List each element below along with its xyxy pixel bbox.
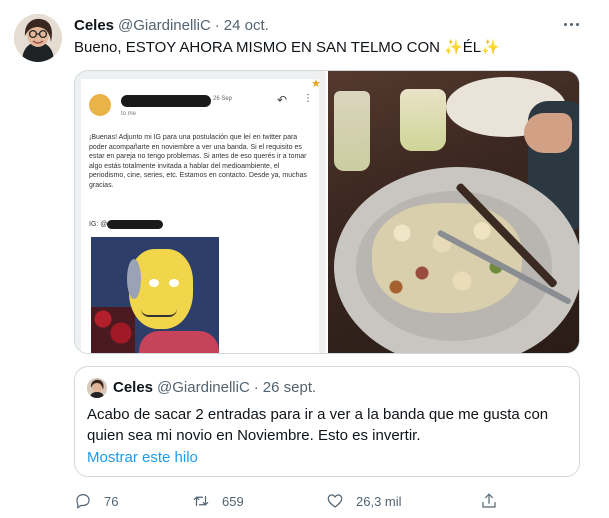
email-menu-icon: ⋮	[303, 93, 313, 104]
reply-count: 76	[104, 493, 119, 509]
author-handle[interactable]: @GiardinelliC	[118, 17, 211, 34]
share-button[interactable]	[480, 490, 498, 512]
like-button[interactable]: 26,3 mil	[326, 490, 402, 512]
reply-arrow-icon: ↶	[277, 93, 288, 107]
separator-dot: ·	[214, 16, 220, 34]
tweet-date[interactable]: 24 oct.	[224, 17, 269, 34]
email-ig-label: IG: @	[89, 221, 108, 228]
action-bar: 76 659 26,3 mil	[74, 490, 504, 512]
cartoon-image	[91, 237, 219, 353]
author-name[interactable]: Celes	[74, 17, 114, 34]
quoted-author-handle: @GiardinelliC	[157, 379, 250, 396]
like-icon	[327, 494, 343, 508]
email-date: 26 Sep	[213, 96, 233, 102]
separator-dot: ·	[253, 379, 259, 396]
email-recipient: to me	[121, 111, 137, 117]
reply-icon	[76, 494, 90, 509]
share-icon	[482, 493, 496, 508]
retweet-button[interactable]: 659	[192, 490, 244, 512]
more-icon[interactable]	[559, 14, 583, 34]
tweet-header: Celes @GiardinelliC · 24 oct.	[74, 14, 589, 36]
sender-avatar	[89, 94, 111, 116]
like-count: 26,3 mil	[356, 493, 402, 509]
screenshot-image[interactable]: ★ 26 Sep ↶ ⋮ to me ¡Buenas! Adjunto mi I…	[75, 71, 328, 353]
quoted-header: Celes @GiardinelliC · 26 sept.	[113, 379, 316, 396]
retweet-icon	[193, 495, 209, 507]
food-photo[interactable]	[328, 71, 579, 353]
quoted-author-name: Celes	[113, 379, 154, 396]
redacted-ig	[107, 220, 163, 229]
retweet-count: 659	[222, 493, 244, 509]
star-icon: ★	[311, 78, 321, 90]
email-body: ¡Buenas! Adjunto mi IG para una postulac…	[89, 134, 307, 189]
quoted-tweet[interactable]: Celes @GiardinelliC · 26 sept. Acabo de …	[74, 366, 580, 477]
tweet-text: Bueno, ESTOY AHORA MISMO EN SAN TELMO CO…	[74, 39, 500, 56]
reply-button[interactable]: 76	[74, 490, 118, 512]
quoted-text: Acabo de sacar 2 entradas para ir a ver …	[87, 406, 549, 444]
email-screenshot: ★ 26 Sep ↶ ⋮ to me ¡Buenas! Adjunto mi I…	[81, 78, 321, 353]
tweet[interactable]: Celes @GiardinelliC · 24 oct. Bueno, EST…	[0, 0, 609, 518]
show-thread-link[interactable]: Mostrar este hilo	[87, 449, 198, 466]
quoted-date: 26 sept.	[262, 379, 317, 396]
author-avatar[interactable]	[14, 14, 62, 62]
media-grid: ★ 26 Sep ↶ ⋮ to me ¡Buenas! Adjunto mi I…	[74, 70, 580, 354]
quoted-author-avatar	[87, 378, 107, 398]
redacted-sender	[121, 95, 211, 107]
